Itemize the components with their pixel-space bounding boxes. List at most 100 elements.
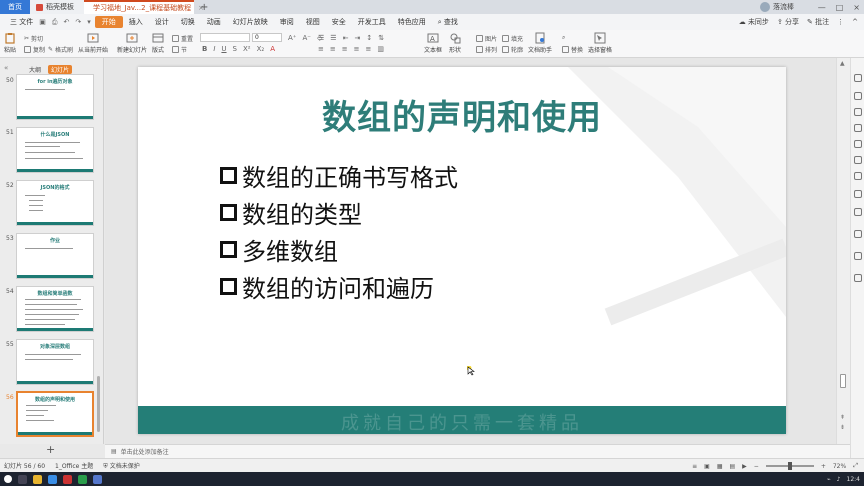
underline-icon[interactable]: U xyxy=(221,45,226,53)
justify-icon[interactable]: ≡ xyxy=(354,45,360,53)
columns-icon[interactable]: ▥ xyxy=(377,45,384,53)
file-explorer-icon[interactable] xyxy=(33,474,42,484)
prev-slide-icon[interactable]: ⇞ xyxy=(840,414,845,421)
slide-thumbnail-active[interactable]: 数组的声明和使用 xyxy=(16,391,94,437)
distribute-icon[interactable]: ≡ xyxy=(366,45,372,53)
align-center-icon[interactable]: ≡ xyxy=(330,45,336,53)
notes-toggle-icon[interactable]: ≡ xyxy=(692,463,697,470)
animation-icon[interactable] xyxy=(854,124,862,132)
layers-icon[interactable] xyxy=(854,172,862,180)
shape-button[interactable]: 形状 xyxy=(449,32,461,54)
strike-icon[interactable]: S xyxy=(233,45,237,53)
menu-view[interactable]: 视图 xyxy=(300,17,326,27)
doc-protection-status[interactable]: ⛨ 文档未保护 xyxy=(103,461,139,471)
backup-icon[interactable] xyxy=(854,190,862,198)
style-icon[interactable] xyxy=(854,92,862,100)
browser-icon[interactable] xyxy=(48,474,57,484)
reset-button[interactable]: 重置 xyxy=(172,34,193,43)
app-icon[interactable] xyxy=(93,474,102,484)
bold-icon[interactable]: B xyxy=(202,45,207,53)
indent-increase-icon[interactable]: ⇥ xyxy=(354,34,360,42)
zoom-level[interactable]: 72% xyxy=(833,463,846,470)
slide-sorter-icon[interactable]: ▦ xyxy=(717,463,723,470)
select-pane-button[interactable]: 选择窗格 xyxy=(588,32,612,54)
subscript-icon[interactable]: X₂ xyxy=(257,45,265,53)
bullet-list[interactable]: 数组的正确书写格式 数组的类型 多维数组 数组的访问和遍历 xyxy=(220,157,458,305)
paste-button[interactable]: 粘贴 xyxy=(4,32,16,54)
template-icon[interactable] xyxy=(854,156,862,164)
thumbnail-scrollbar[interactable] xyxy=(97,376,100,432)
menu-security[interactable]: 安全 xyxy=(326,17,352,27)
help-icon[interactable] xyxy=(854,230,862,238)
settings-icon[interactable] xyxy=(854,208,862,216)
scrollbar-thumb[interactable] xyxy=(840,374,846,388)
tab-slides[interactable]: 幻灯片 xyxy=(48,65,73,74)
menu-design[interactable]: 设计 xyxy=(149,17,175,27)
slideshow-icon[interactable]: ▶ xyxy=(742,463,747,470)
zoom-out-icon[interactable]: − xyxy=(754,463,759,470)
dropdown-icon[interactable]: ▾ xyxy=(87,18,91,27)
task-view-icon[interactable] xyxy=(18,474,27,484)
close-window-icon[interactable]: × xyxy=(853,3,860,12)
notes-pane[interactable]: ▤ 单击此处添加备注 xyxy=(105,444,850,458)
canvas-scrollbar[interactable]: ▲ ⇞ ⇟ xyxy=(836,58,850,444)
network-icon[interactable]: ⌁ xyxy=(827,476,831,483)
wps-icon[interactable] xyxy=(63,474,72,484)
comment-button[interactable]: ✎ 批注 xyxy=(807,17,829,27)
line-spacing-icon[interactable]: ↕ xyxy=(366,34,372,42)
slide-thumbnail[interactable]: 作业 xyxy=(16,233,94,279)
slide-thumbnail[interactable]: 数组和简单函数 xyxy=(16,286,94,332)
zoom-slider[interactable] xyxy=(765,462,814,470)
font-size-select[interactable]: 0 xyxy=(252,33,282,42)
collapse-panel-icon[interactable]: « xyxy=(4,64,8,72)
number-list-icon[interactable]: ☰ xyxy=(330,34,336,42)
find-button[interactable]: ⌕ xyxy=(562,34,565,42)
save-icon[interactable]: ▣ xyxy=(39,18,46,27)
sync-status[interactable]: ☁ 未同步 xyxy=(739,17,769,27)
tab-template[interactable]: 稻壳模板 xyxy=(30,0,84,14)
undo-icon[interactable]: ↶ xyxy=(63,18,69,27)
section-button[interactable]: 节 xyxy=(172,45,187,54)
font-family-select[interactable] xyxy=(200,33,250,42)
from-current-button[interactable]: 从当前开始 xyxy=(78,32,108,54)
search-menu[interactable]: ⌕ 查找 xyxy=(432,17,464,27)
volume-icon[interactable]: ♪ xyxy=(837,476,841,483)
menu-insert[interactable]: 插入 xyxy=(123,17,149,27)
bullet-list-icon[interactable]: ☰ xyxy=(318,34,324,42)
more-tools-icon[interactable] xyxy=(854,274,862,282)
picture-button[interactable]: 图片 xyxy=(476,34,497,43)
font-color-icon[interactable]: A xyxy=(270,45,275,53)
slide-thumbnail[interactable]: JSON的格式 xyxy=(16,180,94,226)
select-icon[interactable] xyxy=(854,74,862,82)
clock[interactable]: 12:4 xyxy=(847,476,860,483)
menu-developer[interactable]: 开发工具 xyxy=(352,17,392,27)
copy-button[interactable]: 复制 xyxy=(24,45,45,54)
next-slide-icon[interactable]: ⇟ xyxy=(840,424,845,431)
new-slide-button[interactable]: 新建幻灯片 xyxy=(117,32,147,54)
fit-window-icon[interactable]: ⤢ xyxy=(853,462,858,470)
fill-button[interactable]: 填充 xyxy=(502,34,523,43)
maximize-icon[interactable]: □ xyxy=(836,3,844,12)
outline-button[interactable]: 轮廓 xyxy=(502,45,523,54)
transition-icon[interactable] xyxy=(854,140,862,148)
start-button-icon[interactable] xyxy=(4,475,12,483)
align-right-icon[interactable]: ≡ xyxy=(342,45,348,53)
redo-icon[interactable]: ↷ xyxy=(75,18,81,27)
shape-style-icon[interactable] xyxy=(854,108,862,116)
cut-button[interactable]: ✂ 剪切 xyxy=(24,34,43,43)
arrange-button[interactable]: 排列 xyxy=(476,45,497,54)
menu-start[interactable]: 开始 xyxy=(94,16,123,28)
more-icon[interactable]: ⋮ xyxy=(837,18,844,26)
layout-button[interactable]: 版式 xyxy=(152,32,164,54)
menu-animation[interactable]: 动画 xyxy=(201,17,227,27)
doc-helper-button[interactable]: 文档助手 xyxy=(528,32,552,54)
format-painter-button[interactable]: ✎ 格式刷 xyxy=(48,45,73,54)
current-slide[interactable]: 数组的声明和使用 数组的正确书写格式 数组的类型 多维数组 数组的访问和遍历 成… xyxy=(138,67,786,434)
scroll-up-icon[interactable]: ▲ xyxy=(840,60,845,67)
add-slide-icon[interactable]: + xyxy=(46,443,55,456)
align-left-icon[interactable]: ≡ xyxy=(318,45,324,53)
replace-button[interactable]: 替换 xyxy=(562,45,583,54)
reading-view-icon[interactable]: ▤ xyxy=(729,463,735,470)
italic-icon[interactable]: I xyxy=(213,45,215,53)
tab-outline[interactable]: 大纲 xyxy=(26,65,44,74)
